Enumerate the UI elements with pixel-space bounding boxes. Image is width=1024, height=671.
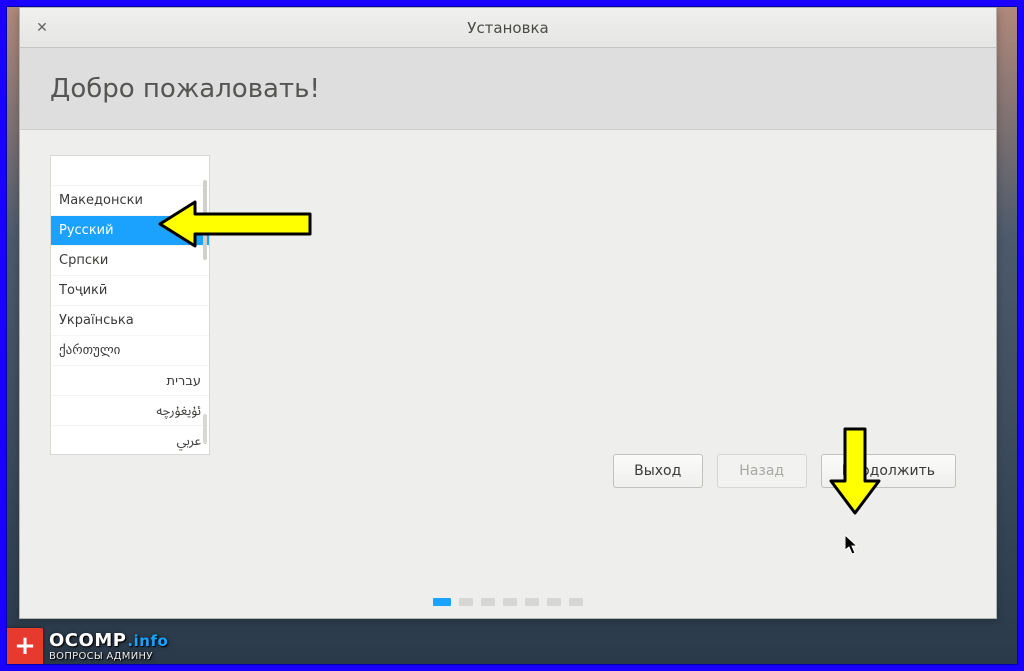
step-pager <box>433 598 583 606</box>
list-item-selected[interactable]: Русский <box>51 216 209 246</box>
installer-window: ✕ Установка Добро пожаловать! Македонски… <box>19 7 997 619</box>
pager-dot <box>547 598 561 606</box>
welcome-header: Добро пожаловать! <box>20 48 996 130</box>
list-item[interactable] <box>51 156 209 186</box>
list-item[interactable]: عربي <box>51 426 209 455</box>
scrollbar[interactable] <box>203 180 207 260</box>
pager-dot <box>569 598 583 606</box>
plus-icon: + <box>7 628 43 664</box>
back-button: Назад <box>717 454 807 488</box>
watermark-tagline: ВОПРОСЫ АДМИНУ <box>49 651 168 662</box>
list-item[interactable]: ئۇيغۇرچە <box>51 396 209 426</box>
footer <box>20 548 996 618</box>
scrollbar[interactable] <box>203 414 207 444</box>
pager-dot <box>459 598 473 606</box>
desktop-background: ✕ Установка Добро пожаловать! Македонски… <box>6 6 1018 665</box>
page-title: Добро пожаловать! <box>50 74 320 104</box>
window-title: Установка <box>467 19 548 37</box>
list-item[interactable]: Српски <box>51 246 209 276</box>
pager-dot <box>503 598 517 606</box>
pager-dot <box>525 598 539 606</box>
watermark-brand: OCOMP.info <box>49 630 168 651</box>
pager-dot <box>481 598 495 606</box>
button-row: Выход Назад Продолжить <box>613 454 956 488</box>
pager-dot-active <box>433 598 451 606</box>
language-list[interactable]: Македонски Русский Српски Тоҷикӣ Українс… <box>50 155 210 455</box>
list-item[interactable]: ქართული <box>51 336 209 366</box>
close-icon[interactable]: ✕ <box>32 18 52 38</box>
titlebar: ✕ Установка <box>20 8 996 48</box>
list-item[interactable]: Македонски <box>51 186 209 216</box>
list-item[interactable]: עברית <box>51 366 209 396</box>
exit-button[interactable]: Выход <box>613 454 703 488</box>
list-item[interactable]: Українська <box>51 306 209 336</box>
content-area: Македонски Русский Српски Тоҷикӣ Українс… <box>20 130 996 548</box>
continue-button[interactable]: Продолжить <box>821 454 956 488</box>
list-item[interactable]: Тоҷикӣ <box>51 276 209 306</box>
watermark-badge: + OCOMP.info ВОПРОСЫ АДМИНУ <box>7 628 178 664</box>
